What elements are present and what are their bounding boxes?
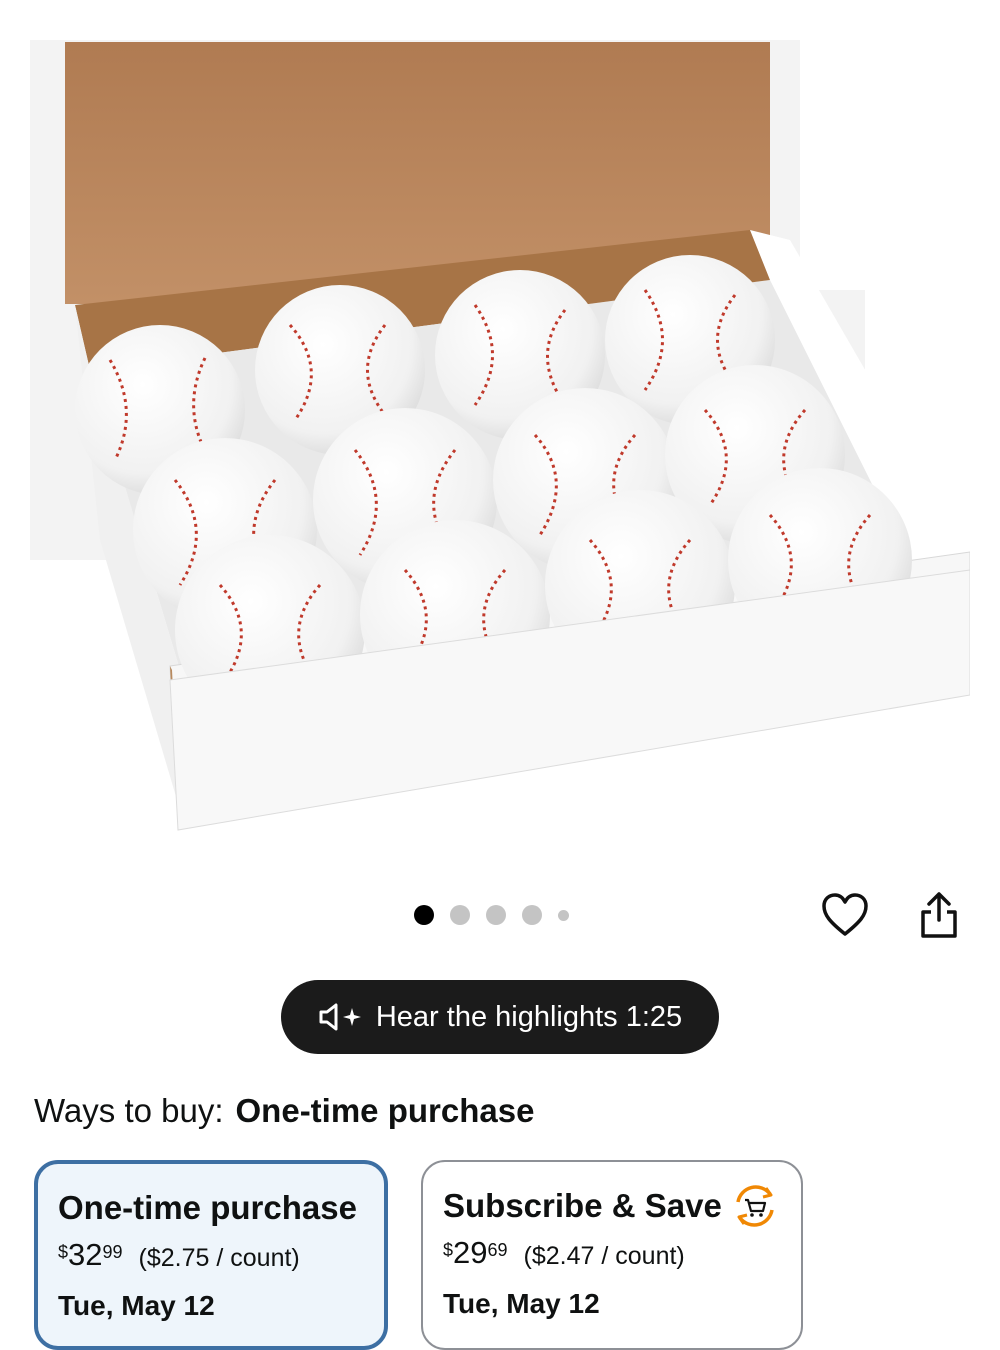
price-fraction: 69 [487, 1240, 508, 1260]
gallery-dot-4[interactable] [522, 905, 542, 925]
option-price: $ 29 69 ($2.47 / count) [443, 1236, 783, 1276]
price-fraction: 99 [102, 1242, 123, 1262]
heart-icon [822, 893, 868, 936]
price-whole: 29 [453, 1235, 488, 1270]
hear-highlights-label: Hear the highlights 1:25 [375, 1000, 683, 1033]
option-price: $ 32 99 ($2.75 / count) [58, 1238, 366, 1278]
baseball-box-illustration [30, 40, 975, 831]
gallery-dot-2[interactable] [450, 905, 470, 925]
hear-highlights-button[interactable]: Hear the highlights 1:25 [281, 980, 719, 1054]
subscribe-cart-icon [736, 1185, 774, 1227]
ways-to-buy: Ways to buy: One-time purchase [34, 1092, 534, 1130]
unit-price: ($2.47 / count) [523, 1242, 685, 1270]
ways-to-buy-selected: One-time purchase [235, 1092, 535, 1129]
speaker-sparkle-icon [319, 1003, 361, 1031]
gallery-dot-3[interactable] [486, 905, 506, 925]
option-title-text: Subscribe & Save [443, 1187, 722, 1224]
ways-to-buy-prefix: Ways to buy: [34, 1092, 224, 1129]
option-title: One-time purchase [58, 1189, 357, 1226]
price-currency: $ [443, 1240, 454, 1260]
wishlist-button[interactable] [818, 888, 872, 942]
subscribe-save-option[interactable]: Subscribe & Save $ 29 69 ($2.47 / count)… [421, 1160, 803, 1350]
delivery-date: Tue, May 12 [58, 1290, 215, 1321]
option-title: Subscribe & Save [443, 1184, 783, 1228]
share-button[interactable] [912, 888, 966, 942]
price-whole: 32 [68, 1237, 103, 1272]
product-image[interactable] [30, 40, 975, 860]
unit-price: ($2.75 / count) [138, 1244, 300, 1272]
delivery-date: Tue, May 12 [443, 1288, 600, 1319]
share-icon [921, 892, 957, 938]
gallery-pagination[interactable] [414, 904, 569, 926]
one-time-purchase-option[interactable]: One-time purchase $ 32 99 ($2.75 / count… [34, 1160, 388, 1350]
price-currency: $ [58, 1242, 69, 1262]
gallery-dot-1[interactable] [414, 905, 434, 925]
gallery-dot-5[interactable] [558, 909, 569, 921]
